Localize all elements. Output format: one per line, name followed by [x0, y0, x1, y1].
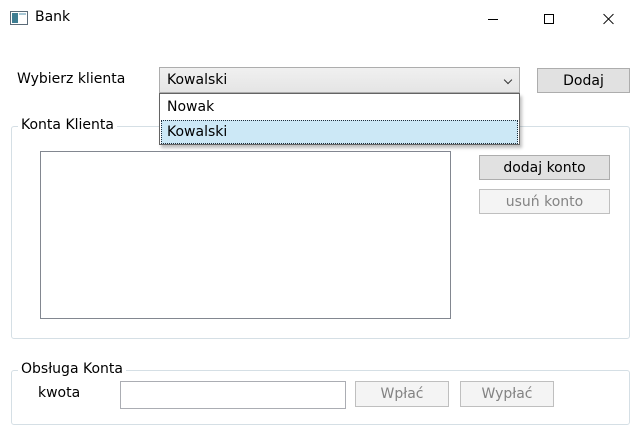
amount-label: kwota — [38, 385, 81, 401]
minimize-button[interactable] — [470, 0, 516, 38]
amount-input[interactable] — [120, 381, 346, 409]
add-client-button[interactable]: Dodaj — [537, 68, 630, 93]
client-select-label: Wybierz klienta — [17, 71, 126, 87]
chevron-down-icon — [503, 75, 513, 85]
client-combobox[interactable]: Kowalski — [159, 67, 520, 93]
deposit-button[interactable]: Wpłać — [355, 381, 449, 407]
accounts-listbox[interactable] — [40, 151, 451, 319]
window-title: Bank — [35, 9, 71, 25]
dropdown-option-nowak[interactable]: Nowak — [161, 95, 518, 119]
maximize-button[interactable] — [526, 0, 572, 38]
app-window-icon — [10, 11, 28, 25]
client-dropdown-list: Nowak Kowalski — [159, 93, 520, 145]
add-account-button[interactable]: dodaj konto — [479, 155, 610, 180]
close-icon — [603, 13, 615, 25]
minimize-icon — [488, 18, 498, 20]
operations-group-title: Obsługa Konta — [18, 361, 126, 377]
client-combobox-value: Kowalski — [167, 72, 228, 88]
accounts-group-title: Konta Klienta — [18, 117, 117, 133]
close-button[interactable] — [586, 0, 632, 38]
title-bar[interactable]: Bank — [0, 0, 640, 38]
maximize-icon — [544, 14, 554, 24]
dropdown-option-kowalski[interactable]: Kowalski — [161, 120, 518, 144]
bank-window: Bank Wybierz klienta Kowalski Nowak Kowa… — [0, 0, 640, 430]
remove-account-button[interactable]: usuń konto — [479, 189, 610, 214]
withdraw-button[interactable]: Wypłać — [460, 381, 554, 407]
